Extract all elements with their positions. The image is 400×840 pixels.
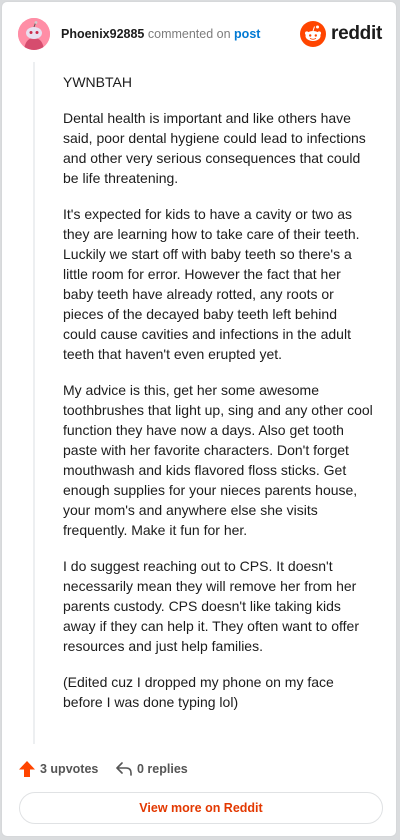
upvote-count: 3 upvotes — [40, 762, 99, 776]
post-link[interactable]: post — [234, 27, 260, 41]
comment-paragraph: YWNBTAH — [63, 74, 132, 90]
view-more-button[interactable]: View more on Reddit — [19, 792, 383, 824]
comment-paragraph: I do suggest reaching out to CPS. It doe… — [63, 558, 359, 654]
comment-paragraph: It's expected for kids to have a cavity … — [63, 206, 360, 362]
commented-on-text: commented on — [147, 27, 231, 41]
username-link[interactable]: Phoenix92885 — [61, 27, 144, 41]
reddit-logo-icon — [300, 21, 327, 47]
reply-count: 0 replies — [137, 762, 188, 776]
comment-header: Phoenix92885 commented on post reddit — [2, 2, 396, 62]
reddit-brand[interactable]: reddit — [300, 20, 382, 48]
comment-paragraph: (Edited cuz I dropped my phone on my fac… — [63, 674, 334, 710]
comment-embed-card: Phoenix92885 commented on post reddit YW… — [1, 1, 397, 837]
comment-body: YWNBTAH Dental health is important and l… — [63, 72, 373, 728]
reply-arrow-icon — [116, 762, 132, 776]
comment-meta: Phoenix92885 commented on post — [61, 27, 260, 41]
comment-paragraph: Dental health is important and like othe… — [63, 110, 366, 186]
snoo-avatar-icon[interactable] — [18, 18, 50, 50]
replies-button[interactable]: 0 replies — [115, 758, 188, 780]
upvote-arrow-icon — [19, 761, 35, 777]
thread-line — [33, 62, 35, 744]
comment-paragraph: My advice is this, get her some awesome … — [63, 382, 373, 538]
comment-actions: 3 upvotes 0 replies — [18, 758, 378, 780]
upvote-button[interactable]: 3 upvotes — [18, 758, 98, 780]
reddit-wordmark: reddit — [331, 23, 382, 44]
